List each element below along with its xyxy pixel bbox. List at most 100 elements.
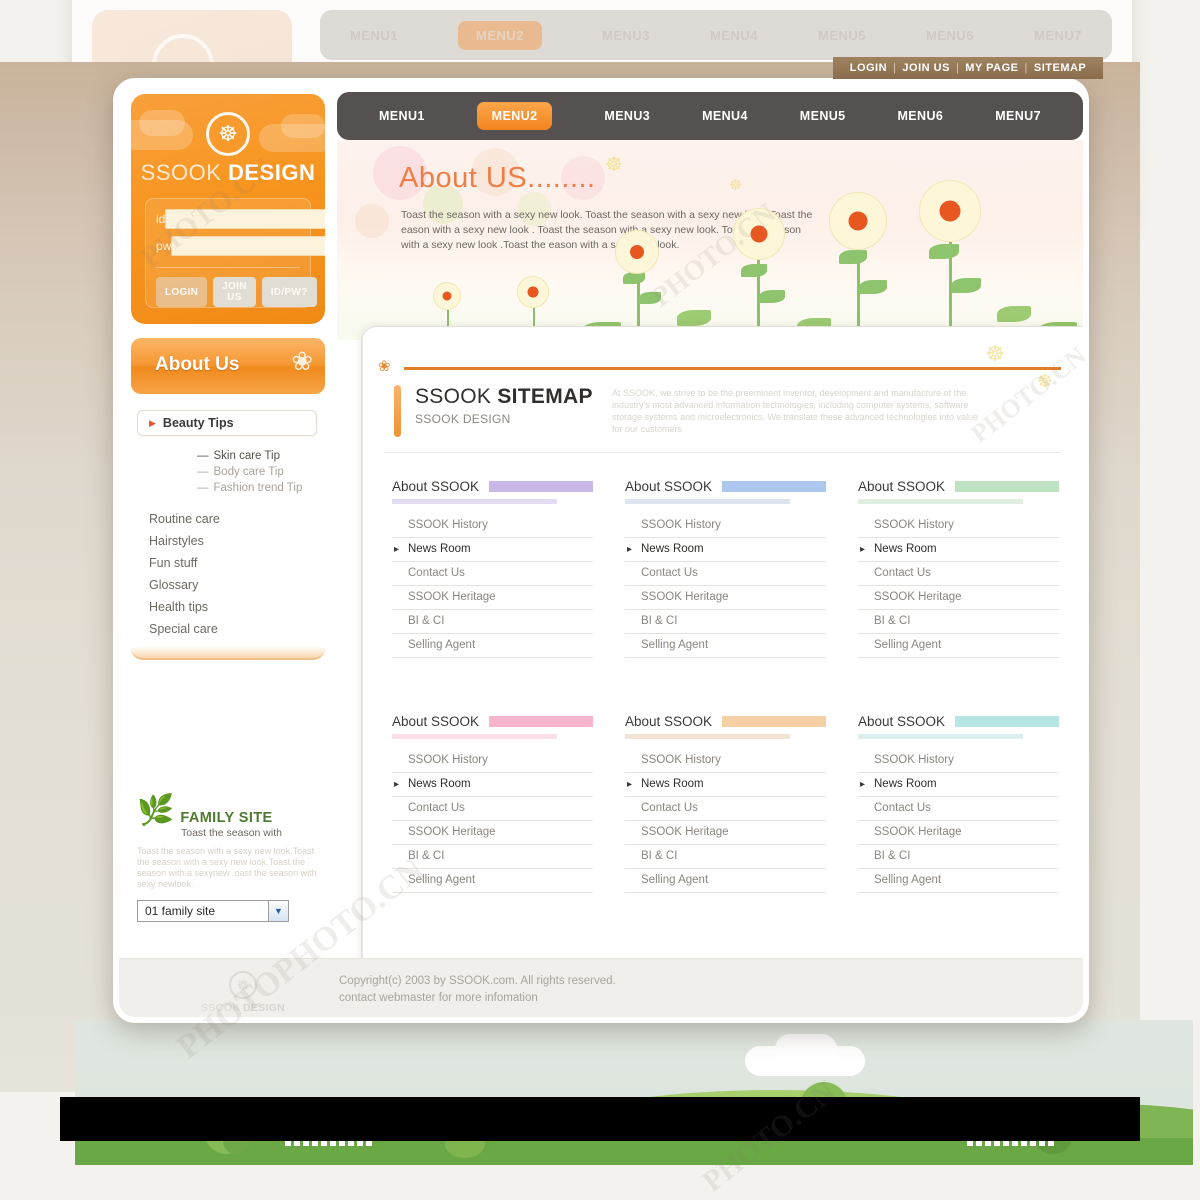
page-root: MENU1 MENU2 MENU3 MENU4 MENU5 MENU6 MENU… [0,0,1200,1200]
sidebar-item-beauty-tips[interactable]: ▶ Beauty Tips [137,410,317,436]
dash-icon: — [197,482,209,494]
sitemap-panel: ❀ ☸ ☸ SSOOK SITEMAP SSOOK DESIGN At SSOO… [361,326,1083,970]
sitemap-link-contact-us[interactable]: Contact Us [625,562,826,586]
sidebar-subitem-skin-care[interactable]: — Skin care Tip [197,448,337,464]
sitemap-link-bi-ci[interactable]: BI & CI [858,610,1059,634]
sitemap-link-bi-ci[interactable]: BI & CI [625,845,826,869]
sitemap-link-selling-agent[interactable]: Selling Agent [392,634,593,658]
sitemap-link-selling-agent[interactable]: Selling Agent [858,634,1059,658]
id-input[interactable] [165,209,325,229]
column-items: SSOOK History News Room Contact Us SSOOK… [858,514,1059,658]
sitemap-link-history[interactable]: SSOOK History [392,749,593,773]
sitemap-link-selling-agent[interactable]: Selling Agent [392,869,593,893]
sidebar-mainlist: Routine care Hairstyles Fun stuff Glossa… [149,508,337,640]
sitemap-link-news-room[interactable]: News Room [625,773,826,797]
sitemap-link-contact-us[interactable]: Contact Us [392,797,593,821]
ghost-topnav: MENU1 MENU2 MENU3 MENU4 MENU5 MENU6 MENU… [320,10,1112,60]
nav-item-menu6[interactable]: MENU6 [897,109,943,123]
util-sitemap-link[interactable]: SITEMAP [1034,62,1086,74]
copyright-line-2: contact webmaster for more infomation [339,992,538,1004]
ghost-menu-item: MENU3 [601,27,650,43]
sitemap-link-heritage[interactable]: SSOOK Heritage [625,586,826,610]
ghost-menu-item: MENU5 [817,27,866,43]
sitemap-description: At SSOOK, we strive to be the preeminent… [612,388,979,434]
sidebar-subitem-label: Fashion trend Tip [213,482,303,494]
sitemap-link-news-room[interactable]: News Room [858,538,1059,562]
sitemap-column: About SSOOK SSOOK History News Room Cont… [625,714,826,893]
sitemap-link-bi-ci[interactable]: BI & CI [392,845,593,869]
sidebar-item-routine-care[interactable]: Routine care [149,508,337,530]
sidebar-item-fun-stuff[interactable]: Fun stuff [149,552,337,574]
sitemap-column: About SSOOK SSOOK History News Room Cont… [858,714,1059,893]
util-mypage-link[interactable]: MY PAGE [965,62,1018,74]
sitemap-link-heritage[interactable]: SSOOK Heritage [392,821,593,845]
util-joinus-link[interactable]: JOIN US [902,62,950,74]
brand-logo-panel[interactable]: ☸ SSOOK DESIGN id pw LOGIN JOIN US ID/PW… [131,94,325,324]
footer-copyright: Copyright(c) 2003 by SSOOK.com. All righ… [339,973,616,1007]
sitemap-link-selling-agent[interactable]: Selling Agent [858,869,1059,893]
sitemap-link-contact-us[interactable]: Contact Us [858,797,1059,821]
sitemap-link-heritage[interactable]: SSOOK Heritage [858,821,1059,845]
util-login-link[interactable]: LOGIN [850,62,887,74]
sitemap-link-news-room[interactable]: News Room [858,773,1059,797]
nav-item-menu5[interactable]: MENU5 [800,109,846,123]
sidebar: ☸ SSOOK DESIGN id pw LOGIN JOIN US ID/PW… [119,84,337,970]
sidebar-item-special-care[interactable]: Special care [149,618,337,640]
column-heading: About SSOOK [392,479,480,494]
color-swatch [722,481,826,492]
family-site-select[interactable]: 01 family site ▼ [137,900,289,922]
sitemap-link-bi-ci[interactable]: BI & CI [392,610,593,634]
butterfly-icon: ☸ [229,971,257,999]
sitemap-link-heritage[interactable]: SSOOK Heritage [858,586,1059,610]
sitemap-link-history[interactable]: SSOOK History [625,749,826,773]
nav-item-menu1[interactable]: MENU1 [379,109,425,123]
sidebar-subitem-body-care[interactable]: — Body care Tip [197,464,337,480]
join-us-button[interactable]: JOIN US [213,277,256,307]
sidebar-subitem-fashion-trend[interactable]: — Fashion trend Tip [197,480,337,496]
column-heading: About SSOOK [858,714,946,729]
sitemap-link-bi-ci[interactable]: BI & CI [858,845,1059,869]
sitemap-title: SSOOK SITEMAP [415,385,593,409]
login-button[interactable]: LOGIN [156,277,208,307]
nav-item-menu3[interactable]: MENU3 [604,109,650,123]
family-site-block: 🌿 FAMILY SITE Toast the season with Toas… [137,796,323,922]
sidebar-section-about-us[interactable]: About Us ❀ [131,338,325,394]
ghost-menu-item: MENU4 [709,27,758,43]
sidebar-item-hairstyles[interactable]: Hairstyles [149,530,337,552]
color-swatch [955,481,1059,492]
id-pw-find-button[interactable]: ID/PW? [261,277,317,307]
sitemap-link-history[interactable]: SSOOK History [625,514,826,538]
sitemap-link-history[interactable]: SSOOK History [392,514,593,538]
family-site-blurb: Toast the season with a sexy new look.To… [137,846,317,889]
sitemap-link-news-room[interactable]: News Room [392,773,593,797]
color-swatch [955,716,1059,727]
color-swatch [722,716,826,727]
nav-item-menu7[interactable]: MENU7 [995,109,1041,123]
horizontal-divider [384,452,1061,453]
sitemap-link-contact-us[interactable]: Contact Us [858,562,1059,586]
separator: | [893,62,897,74]
nav-item-menu4[interactable]: MENU4 [702,109,748,123]
sitemap-header: SSOOK SITEMAP SSOOK DESIGN [394,385,593,437]
sitemap-link-selling-agent[interactable]: Selling Agent [625,634,826,658]
chevron-down-icon[interactable]: ▼ [268,901,288,921]
pw-input[interactable] [171,236,325,256]
sidebar-item-health-tips[interactable]: Health tips [149,596,337,618]
sitemap-link-contact-us[interactable]: Contact Us [625,797,826,821]
footer-logo-bold: DESIGN [243,1002,286,1014]
sitemap-link-contact-us[interactable]: Contact Us [392,562,593,586]
sitemap-link-news-room[interactable]: News Room [625,538,826,562]
utility-bar[interactable]: LOGIN | JOIN US | MY PAGE | SITEMAP [833,57,1103,79]
top-navigation[interactable]: MENU1 MENU2 MENU3 MENU4 MENU5 MENU6 MENU… [337,92,1083,140]
sitemap-link-history[interactable]: SSOOK History [858,749,1059,773]
sitemap-link-bi-ci[interactable]: BI & CI [625,610,826,634]
sidebar-item-glossary[interactable]: Glossary [149,574,337,596]
sitemap-link-news-room[interactable]: News Room [392,538,593,562]
sitemap-link-heritage[interactable]: SSOOK Heritage [625,821,826,845]
sitemap-link-heritage[interactable]: SSOOK Heritage [392,586,593,610]
nav-item-menu2[interactable]: MENU2 [476,102,553,130]
sitemap-link-selling-agent[interactable]: Selling Agent [625,869,826,893]
color-swatch [489,716,593,727]
sitemap-link-history[interactable]: SSOOK History [858,514,1059,538]
ghost-menu-item: MENU6 [925,27,974,43]
